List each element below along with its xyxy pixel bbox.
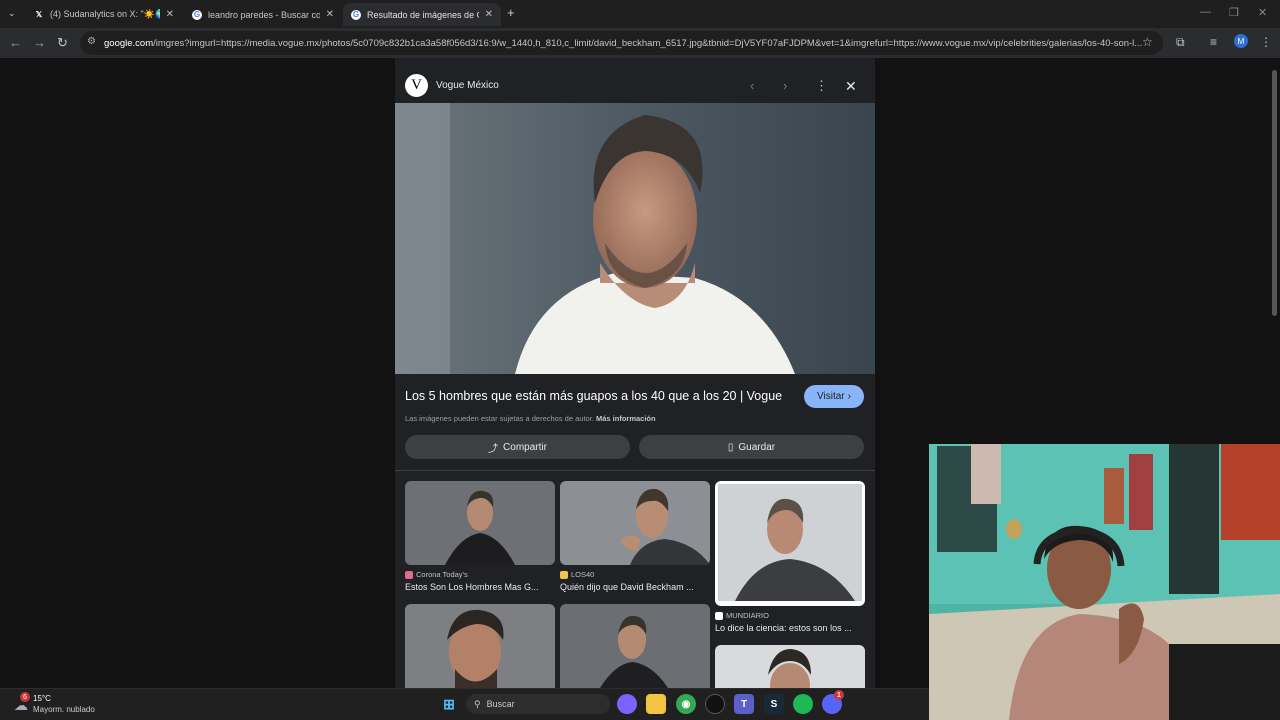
file-explorer-icon[interactable] <box>646 694 666 714</box>
google-icon: G <box>351 9 361 20</box>
close-icon[interactable]: ✕ <box>485 9 493 20</box>
close-icon[interactable]: ✕ <box>166 9 174 20</box>
related-image-6-graphic <box>715 645 865 688</box>
reading-list-icon[interactable]: ≡ <box>1210 35 1217 49</box>
windows-start-icon[interactable]: ⊞ <box>439 694 459 714</box>
save-label: Guardar <box>738 441 776 453</box>
back-arrow-icon[interactable]: ← <box>9 35 22 50</box>
related-image-4[interactable] <box>405 604 555 688</box>
tab-image-result[interactable]: G Resultado de imágenes de Goo ✕ <box>343 3 501 26</box>
webcam-overlay <box>929 444 1280 720</box>
minimize-icon[interactable]: — <box>1200 6 1211 18</box>
discord-icon[interactable]: 1 <box>822 690 844 714</box>
tab-leandro-paredes[interactable]: G leandro paredes - Buscar con G ✕ <box>184 3 342 26</box>
related-image-5[interactable] <box>560 604 710 688</box>
source-name[interactable]: Vogue México <box>436 80 499 91</box>
chevron-right-icon: › <box>847 391 851 402</box>
spotify-icon[interactable] <box>793 694 813 714</box>
tab-sudanalytics[interactable]: 𝕏 (4) Sudanalytics on X: "☀️🌍 U ✕ <box>26 3 182 26</box>
chrome-icon[interactable]: ◉ <box>676 694 696 714</box>
share-button[interactable]: ⤴ Compartir <box>405 435 630 459</box>
tab-label: (4) Sudanalytics on X: "☀️🌍 U <box>50 9 160 19</box>
menu-dots-icon[interactable]: ⋮ <box>1260 35 1272 49</box>
save-button[interactable]: ▯ Guardar <box>639 435 864 459</box>
window-close-icon[interactable]: ✕ <box>1258 6 1267 19</box>
favicon-icon <box>715 611 723 620</box>
teams-icon[interactable]: T <box>734 694 754 714</box>
related-image-5-graphic <box>560 604 710 688</box>
visit-label: Visitar <box>817 391 845 402</box>
related-source-label: Corona Today's <box>416 570 468 579</box>
reload-icon[interactable]: ↻ <box>57 35 68 51</box>
main-image-graphic <box>395 103 875 374</box>
scrollbar-thumb[interactable] <box>1272 70 1277 316</box>
new-tab-icon[interactable]: + <box>507 5 515 20</box>
tab-strip: ⌄ 𝕏 (4) Sudanalytics on X: "☀️🌍 U ✕ G le… <box>0 0 1280 28</box>
extensions-icon[interactable]: ⧉ <box>1176 35 1185 50</box>
weather-badge: 6 <box>20 692 30 702</box>
related-image-6[interactable] <box>715 645 865 688</box>
related-source-1[interactable]: Corona Today's <box>405 570 468 579</box>
related-caption-2[interactable]: Quién dijo que David Beckham ... <box>560 582 710 592</box>
share-icon: ⤴ <box>488 443 499 455</box>
address-bar[interactable]: ⚙ google.com/imgres?imgurl=https://media… <box>80 31 1163 55</box>
x-logo-icon: 𝕏 <box>35 10 43 19</box>
related-source-label: MUNDIARIO <box>726 611 769 620</box>
discord-badge: 1 <box>834 690 844 700</box>
share-label: Compartir <box>503 441 547 453</box>
next-icon[interactable]: › <box>783 78 787 93</box>
taskbar-search-label: Buscar <box>486 699 515 709</box>
browser-toolbar: ← → ↻ ⚙ google.com/imgres?imgurl=https:/… <box>0 28 1280 58</box>
bookmark-icon: ▯ <box>727 441 734 453</box>
profile-avatar[interactable]: M <box>1234 34 1248 48</box>
previous-icon[interactable]: ‹ <box>750 78 754 93</box>
related-source-3[interactable]: MUNDIARIO <box>715 611 769 620</box>
related-image-1[interactable] <box>405 481 555 565</box>
related-image-1-graphic <box>405 481 555 565</box>
site-info-icon[interactable]: ⚙ <box>87 36 96 47</box>
more-info-link[interactable]: Más información <box>596 414 656 423</box>
google-icon: G <box>192 9 202 20</box>
copyright-notice: Las imágenes pueden estar sujetas a dere… <box>405 414 656 423</box>
taskbar <box>0 688 929 720</box>
tab-search-icon[interactable]: ⌄ <box>8 8 16 19</box>
main-image[interactable] <box>395 103 875 374</box>
divider <box>395 470 875 471</box>
more-options-icon[interactable]: ⋮ <box>815 78 828 94</box>
related-caption-3[interactable]: Lo dice la ciencia: estos son los ... <box>715 623 865 633</box>
vogue-logo: V <box>405 74 428 97</box>
related-image-2-graphic <box>560 481 710 565</box>
close-viewer-icon[interactable]: ✕ <box>845 78 857 95</box>
search-icon: ⚲ <box>474 698 481 709</box>
related-image-3[interactable] <box>715 481 865 606</box>
image-title[interactable]: Los 5 hombres que están más guapos a los… <box>405 389 782 403</box>
related-source-2[interactable]: LOS40 <box>560 570 594 579</box>
related-caption-1[interactable]: Estos Son Los Hombres Mas G... <box>405 582 555 592</box>
weather-widget[interactable]: ☁ 6 15°C Mayorm. nublado <box>12 692 112 716</box>
tab-label: Resultado de imágenes de Goo <box>367 9 479 20</box>
related-source-label: LOS40 <box>571 570 595 579</box>
copilot-icon[interactable] <box>617 694 637 714</box>
related-image-2[interactable] <box>560 481 710 565</box>
favicon-icon <box>405 570 413 579</box>
tab-label: leandro paredes - Buscar con G <box>208 9 320 20</box>
weather-temp: 15°C <box>33 694 51 703</box>
url-domain: google.com <box>104 37 154 49</box>
weather-desc: Mayorm. nublado <box>33 705 95 714</box>
restore-icon[interactable]: ❐ <box>1229 6 1239 19</box>
bookmark-star-icon[interactable]: ☆ <box>1142 35 1153 49</box>
favicon-icon <box>560 570 568 579</box>
related-image-4-graphic <box>405 604 555 688</box>
webcam-video <box>929 444 1280 720</box>
visit-button[interactable]: Visitar › <box>804 385 864 408</box>
app-icon[interactable] <box>705 694 725 714</box>
copyright-text: Las imágenes pueden estar sujetas a dere… <box>405 414 594 423</box>
related-image-3-graphic <box>718 484 862 601</box>
close-icon[interactable]: ✕ <box>326 9 334 20</box>
forward-arrow-icon[interactable]: → <box>33 35 46 50</box>
steam-icon[interactable]: S <box>764 694 784 714</box>
taskbar-search[interactable]: ⚲ Buscar <box>466 694 610 714</box>
url-path: /imgres?imgurl=https://media.vogue.mx/ph… <box>153 37 1143 49</box>
